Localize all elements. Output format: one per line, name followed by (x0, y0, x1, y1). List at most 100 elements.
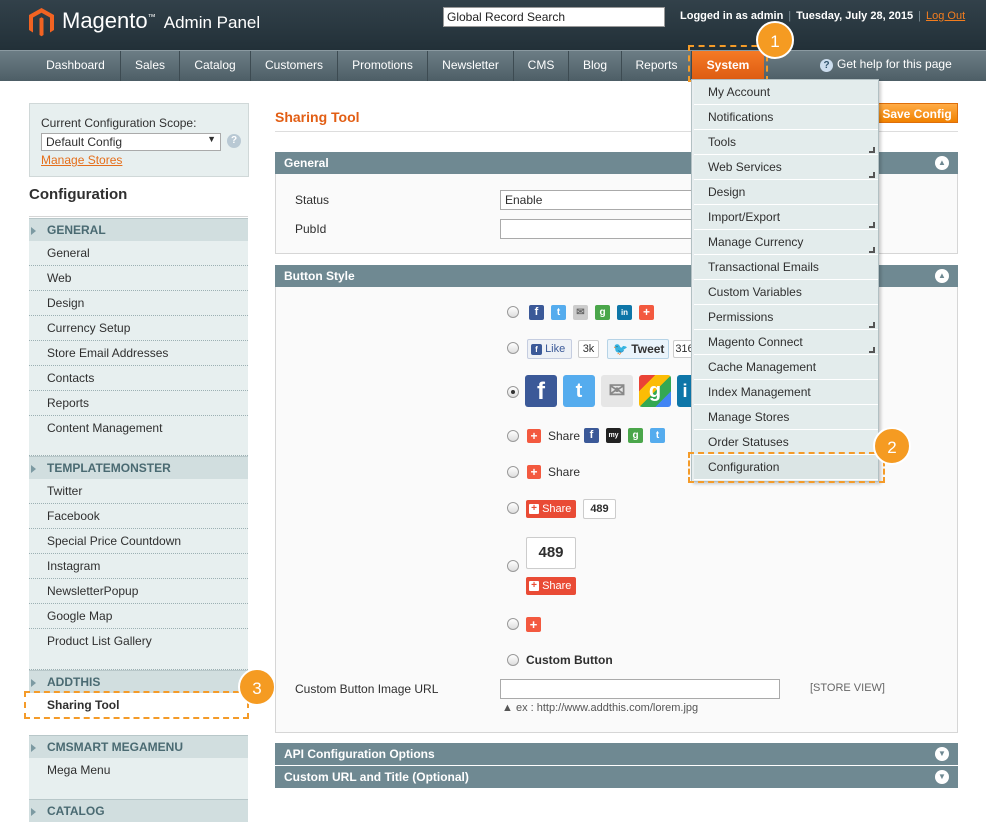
menu-item-permissions[interactable]: Permissions (694, 305, 878, 330)
nav-dashboard[interactable]: Dashboard (31, 51, 121, 81)
plus-icon: + (527, 429, 541, 443)
menu-item-label: Import/Export (708, 210, 781, 224)
nav-blog[interactable]: Blog (569, 51, 622, 81)
style-radio-1[interactable] (507, 306, 519, 318)
sidebar-item-newsletterpopup[interactable]: NewsletterPopup (29, 579, 248, 604)
menu-item-notifications[interactable]: Notifications (694, 105, 878, 130)
menu-item-label: Cache Management (708, 360, 817, 374)
sidebar-item-google-map[interactable]: Google Map (29, 604, 248, 629)
submenu-arrow-icon (869, 322, 875, 328)
step-badge-1: 1 (756, 21, 794, 59)
style-radio-6[interactable] (507, 502, 519, 514)
linkedin-icon: in (617, 305, 632, 320)
custom-url-input[interactable] (500, 679, 780, 699)
facebook-like-button[interactable]: f Like (527, 339, 572, 359)
nav-catalog[interactable]: Catalog (180, 51, 251, 81)
menu-item-label: Tools (708, 135, 737, 149)
share-count-big: 489 (526, 537, 576, 569)
sidebar-item-web[interactable]: Web (29, 266, 248, 291)
style-radio-7[interactable] (507, 560, 519, 572)
like-label: Like (545, 343, 566, 355)
style-radio-2[interactable] (507, 342, 519, 354)
help-link[interactable]: ? Get help for this page (820, 57, 952, 72)
sidebar-item-contacts[interactable]: Contacts (29, 366, 248, 391)
section-api-header[interactable]: API Configuration Options ▼ (275, 743, 958, 765)
sidebar-item-mega-menu[interactable]: Mega Menu (29, 758, 248, 800)
facebook-icon: f (531, 343, 542, 355)
share-label: Share (548, 465, 581, 479)
collapse-icon[interactable]: ▲ (935, 156, 949, 170)
section-button-style-title: Button Style (284, 269, 355, 283)
sidebar-item-content-management[interactable]: Content Management (29, 416, 248, 456)
menu-item-cache-management[interactable]: Cache Management (694, 355, 878, 380)
share-button-big-label: Share (542, 580, 572, 592)
sidebar-group-addthis[interactable]: ADDTHIS (29, 670, 248, 693)
manage-stores-link[interactable]: Manage Stores (41, 153, 122, 167)
section-custom-url-header[interactable]: Custom URL and Title (Optional) ▼ (275, 766, 958, 788)
section-custom-url-title: Custom URL and Title (Optional) (284, 770, 469, 784)
expand-icon[interactable]: ▼ (935, 747, 949, 761)
sidebar-item-instagram[interactable]: Instagram (29, 554, 248, 579)
sidebar-item-design[interactable]: Design (29, 291, 248, 316)
pubid-input[interactable] (500, 219, 700, 239)
sidebar-item-reports[interactable]: Reports (29, 391, 248, 416)
global-search-input[interactable] (443, 7, 665, 27)
expand-icon[interactable]: ▼ (935, 770, 949, 784)
style-radio-4[interactable] (507, 430, 519, 442)
menu-item-import-export[interactable]: Import/Export (694, 205, 878, 230)
sidebar-item-currency-setup[interactable]: Currency Setup (29, 316, 248, 341)
share-button-big[interactable]: + Share (526, 577, 576, 595)
menu-item-index-management[interactable]: Index Management (694, 380, 878, 405)
menu-item-tools[interactable]: Tools (694, 130, 878, 155)
style-radio-5[interactable] (507, 466, 519, 478)
style-radio-8[interactable] (507, 618, 519, 630)
section-general-title: General (284, 156, 329, 170)
nav-promotions[interactable]: Promotions (338, 51, 428, 81)
menu-item-my-account[interactable]: My Account (694, 80, 878, 105)
logged-in-text: Logged in as admin (680, 10, 784, 22)
share-button[interactable]: + Share (526, 500, 576, 518)
sidebar-item-twitter[interactable]: Twitter (29, 479, 248, 504)
menu-item-label: Magento Connect (708, 335, 803, 349)
sidebar-item-product-list-gallery[interactable]: Product List Gallery (29, 629, 248, 670)
highlight-system (688, 45, 768, 82)
custom-url-hint: ▲ ex : http://www.addthis.com/lorem.jpg (502, 702, 699, 714)
help-icon[interactable]: ? (227, 134, 241, 148)
style-radio-custom[interactable] (507, 654, 519, 666)
custom-url-label: Custom Button Image URL (295, 682, 439, 696)
tweet-button[interactable]: 🐦 Tweet (607, 339, 669, 359)
menu-item-manage-stores[interactable]: Manage Stores (694, 405, 878, 430)
style-radio-3[interactable] (507, 386, 519, 398)
scope-select[interactable]: Default Config ▼ (41, 133, 221, 151)
nav-newsletter[interactable]: Newsletter (428, 51, 514, 81)
menu-item-label: Permissions (708, 310, 774, 324)
menu-item-transactional-emails[interactable]: Transactional Emails (694, 255, 878, 280)
collapse-icon[interactable]: ▲ (935, 269, 949, 283)
sidebar-group-cmsmart-megamenu[interactable]: CMSMART MEGAMENU (29, 735, 248, 758)
sidebar-item-store-email[interactable]: Store Email Addresses (29, 341, 248, 366)
menu-item-web-services[interactable]: Web Services (694, 155, 878, 180)
nav-reports[interactable]: Reports (622, 51, 692, 81)
sidebar-group-general[interactable]: GENERAL (29, 218, 248, 241)
scope-label: Current Configuration Scope: (41, 116, 197, 130)
save-config-button[interactable]: Save Config (876, 103, 958, 123)
menu-item-design[interactable]: Design (694, 180, 878, 205)
twitter-icon: t (563, 375, 595, 407)
tweet-label: Tweet (631, 342, 665, 356)
status-select[interactable]: Enable (500, 190, 700, 210)
menu-item-custom-variables[interactable]: Custom Variables (694, 280, 878, 305)
nav-sales[interactable]: Sales (121, 51, 180, 81)
highlight-configuration (688, 452, 885, 483)
scope-selected: Default Config (46, 135, 123, 149)
nav-customers[interactable]: Customers (251, 51, 338, 81)
menu-item-manage-currency[interactable]: Manage Currency (694, 230, 878, 255)
menu-item-magento-connect[interactable]: Magento Connect (694, 330, 878, 355)
sidebar-group-templatemonster[interactable]: TEMPLATEMONSTER (29, 456, 248, 479)
sidebar-group-catalog[interactable]: CATALOG (29, 799, 248, 822)
logout-link[interactable]: Log Out (926, 10, 965, 22)
sidebar-item-facebook[interactable]: Facebook (29, 504, 248, 529)
sidebar-item-special-price-countdown[interactable]: Special Price Countdown (29, 529, 248, 554)
nav-cms[interactable]: CMS (514, 51, 569, 81)
sidebar-item-general[interactable]: General (29, 241, 248, 266)
sidebar-title: Configuration (29, 186, 128, 203)
